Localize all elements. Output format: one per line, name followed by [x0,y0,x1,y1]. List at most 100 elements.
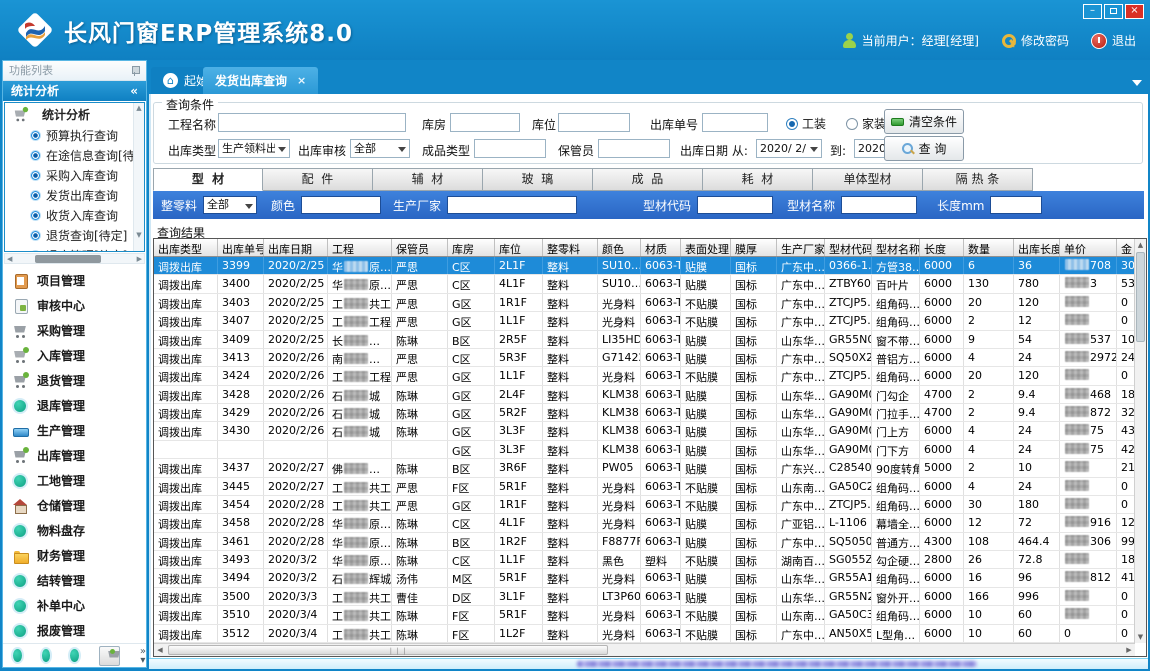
minimize-button[interactable]: – [1083,4,1102,19]
grid-vertical-scrollbar[interactable]: ▲ ▼ [1134,239,1146,643]
table-row-0[interactable]: 调拨出库33992020/2/25华原…严思C区2L1F整料SU10…6063-… [154,257,1146,275]
keeper-input[interactable] [598,139,670,158]
sidebar-item-13[interactable]: 补单中心 [3,593,146,618]
pin-icon[interactable] [131,66,139,76]
column-header-12[interactable]: 生产厂家 [777,239,825,256]
column-header-7[interactable]: 整零料 [543,239,598,256]
table-row-15[interactable]: 调拨出库34612020/2/28华原…陈琳B区1R2F整料F8877FT606… [154,533,1146,551]
table-row-1[interactable]: 调拨出库34002020/2/25华原…严思C区4L1F整料SU10…6063-… [154,275,1146,293]
color-input[interactable] [301,196,381,214]
sidebar-item-10[interactable]: 物料盘存 [3,518,146,543]
column-header-0[interactable]: 出库类型 [154,239,218,256]
material-tab-3[interactable]: 玻 璃 [483,168,593,191]
date-from-picker[interactable]: 2020/ 2/16 [756,139,822,158]
material-tab-2[interactable]: 辅 材 [373,168,483,191]
profile-code-input[interactable] [697,196,773,214]
table-row-12[interactable]: 调拨出库34452020/2/27工共工程严思F区5R1F整料光身料6063-T… [154,478,1146,496]
tree-item-1[interactable]: 在途信息查询[待 [5,145,144,165]
manufacturer-input[interactable] [447,196,577,214]
more-items-button[interactable]: »▾ [140,647,146,665]
tree-item-4[interactable]: 收货入库查询 [5,205,144,225]
tree-item-6[interactable]: 退库管理[待定] [5,245,144,252]
column-header-8[interactable]: 颜色 [598,239,641,256]
tab-shipment-query[interactable]: 发货出库查询 × [203,67,318,94]
table-row-7[interactable]: 调拨出库34282020/2/26石城陈琳G区2L4F整料KLM38176063… [154,386,1146,404]
out-type-combobox[interactable]: 生产领料出库 [218,139,290,158]
grid-horizontal-scrollbar[interactable]: ◀ ❘❘❘ ▶ [154,643,1135,656]
tree-horizontal-scrollbar[interactable]: ◀▶ [4,253,145,264]
table-row-6[interactable]: 调拨出库34242020/2/26工工程严思G区1L1F整料光身料6063-T5… [154,367,1146,385]
table-row-4[interactable]: 调拨出库34092020/2/25长…陈琳B区2R5F整料LI35HD6063-… [154,331,1146,349]
material-tab-7[interactable]: 隔 热 条 [923,168,1033,191]
logout-button[interactable]: 退出 [1091,32,1136,49]
sidebar-item-0[interactable]: 项目管理 [3,268,146,293]
table-row-20[interactable]: 调拨出库35122020/3/4工共工程陈琳F区1L2F整料光身料6063-T5… [154,625,1146,643]
column-header-10[interactable]: 表面处理 [681,239,731,256]
column-header-18[interactable]: 单价 [1060,239,1117,256]
column-header-3[interactable]: 工程 [328,239,392,256]
table-row-17[interactable]: 调拨出库34942020/3/2石辉城汤伟M区5R1F整料光身料6063-T5贴… [154,569,1146,587]
sidebar-item-5[interactable]: 退库管理 [3,393,146,418]
warehouse-input[interactable] [450,113,520,132]
column-header-5[interactable]: 库房 [448,239,495,256]
close-button[interactable]: × [1125,4,1144,19]
tree-root-statistics[interactable]: 统计分析 [5,103,144,125]
table-row-19[interactable]: 调拨出库35102020/3/4工共工程陈琳F区5R1F整料光身料6063-T5… [154,606,1146,624]
sidebar-item-2[interactable]: 采购管理 [3,318,146,343]
column-header-15[interactable]: 长度 [920,239,964,256]
scrollbar-thumb[interactable] [35,255,101,263]
product-type-input[interactable] [474,139,546,158]
tree-item-2[interactable]: 采购入库查询 [5,165,144,185]
profile-name-input[interactable] [841,196,917,214]
sidebar-item-14[interactable]: 报废管理 [3,618,146,643]
tree-vertical-scrollbar[interactable]: ▲▼ [133,103,144,251]
material-tab-1[interactable]: 配 件 [263,168,373,191]
footer-cart-button[interactable] [99,646,120,666]
circle-icon[interactable] [13,649,22,662]
material-tab-4[interactable]: 成 品 [593,168,703,191]
table-row-5[interactable]: 调拨出库34132020/2/26南…严思C区5R3F整料G714226063-… [154,349,1146,367]
table-row-13[interactable]: 调拨出库34542020/2/28工共工程严思G区1R1F整料光身料6063-T… [154,496,1146,514]
maximize-button[interactable] [1104,4,1123,19]
table-row-18[interactable]: 调拨出库35002020/3/3工共工程曹佳D区3L1F整料LT3P606063… [154,588,1146,606]
column-header-4[interactable]: 保管员 [392,239,448,256]
length-input[interactable] [990,196,1042,214]
table-row-11[interactable]: 调拨出库34372020/2/27佛…陈琳B区3R6F整料PW056063-T5… [154,459,1146,477]
order-no-input[interactable] [702,113,768,132]
column-header-11[interactable]: 膜厚 [731,239,777,256]
sidebar-section-header[interactable]: 统计分析 « [3,81,146,101]
scroll-down-icon[interactable]: ▼ [1135,631,1146,643]
table-row-8[interactable]: 调拨出库34292020/2/26石城陈琳G区5R2F整料KLM38176063… [154,404,1146,422]
project-name-input[interactable] [218,113,406,132]
tree-item-3[interactable]: 发货出库查询 [5,185,144,205]
table-row-2[interactable]: 调拨出库34032020/2/25工共工程严思G区1R1F整料光身料6063-T… [154,294,1146,312]
sidebar-item-12[interactable]: 结转管理 [3,568,146,593]
column-header-6[interactable]: 库位 [495,239,543,256]
scroll-right-icon[interactable]: ▶ [1123,644,1135,656]
column-header-1[interactable]: 出库单号 [218,239,264,256]
column-header-19[interactable]: 金 [1117,239,1135,256]
scroll-left-icon[interactable]: ◀ [154,644,166,656]
column-header-17[interactable]: 出库长度 [1014,239,1060,256]
radio-work-clothes[interactable]: 工装 [786,115,826,132]
column-header-14[interactable]: 型材名称 [872,239,920,256]
column-header-9[interactable]: 材质 [641,239,681,256]
location-input[interactable] [558,113,630,132]
circle-icon[interactable] [42,649,51,662]
sidebar-item-7[interactable]: 出库管理 [3,443,146,468]
radio-home-decoration[interactable]: 家装 [846,115,886,132]
material-tab-0[interactable]: 型 材 [153,168,263,191]
clear-conditions-button[interactable]: 清空条件 [884,109,964,134]
sidebar-item-4[interactable]: 退货管理 [3,368,146,393]
scroll-up-icon[interactable]: ▲ [1135,239,1146,251]
whole-piece-combobox[interactable]: 全部 [203,196,257,214]
material-tab-5[interactable]: 耗 材 [703,168,813,191]
table-row-14[interactable]: 调拨出库34582020/2/28华原…陈琳C区4L1F整料光身料6063-T5… [154,514,1146,532]
scrollbar-thumb[interactable] [1136,252,1145,342]
column-header-2[interactable]: 出库日期 [264,239,328,256]
audit-combobox[interactable]: 全部 [350,139,410,158]
sidebar-item-9[interactable]: 仓储管理 [3,493,146,518]
column-header-13[interactable]: 型材代码 [825,239,872,256]
table-row-16[interactable]: 调拨出库34932020/3/2华原…陈琳C区1L1F整料黑色塑料不贴膜国标湖南… [154,551,1146,569]
search-button[interactable]: 查 询 [884,136,964,161]
